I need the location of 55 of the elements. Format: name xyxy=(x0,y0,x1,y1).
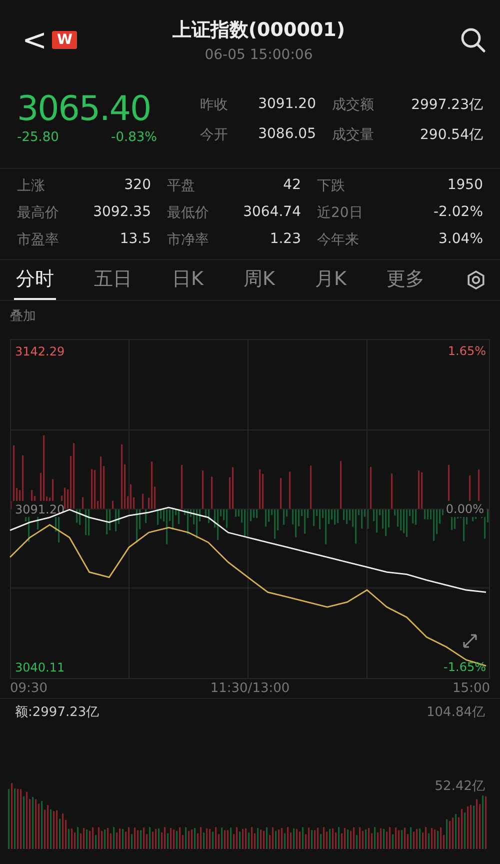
stat-label: 最低价 xyxy=(167,204,210,222)
stat-value: 42 xyxy=(282,177,302,195)
chart-tab[interactable]: 分时 xyxy=(14,260,56,300)
app-logo: W xyxy=(52,31,78,49)
back-button[interactable]: < xyxy=(22,22,52,58)
turnover-label: 额:2997.23亿 xyxy=(15,704,100,721)
stat-label: 下跌 xyxy=(317,177,346,195)
overlay-button[interactable]: 叠加 xyxy=(0,301,46,331)
stat-label: 上涨 xyxy=(17,177,46,195)
percent-change: -0.83% xyxy=(111,130,157,145)
stat-value: 3092.35 xyxy=(92,204,152,222)
axis-label: 15:00 xyxy=(452,681,490,696)
stat-value: 13.5 xyxy=(118,231,152,249)
stat-label: 市盈率 xyxy=(17,231,60,249)
axis-label: 3040.11 xyxy=(15,660,65,674)
index-title: 上证指数(000001) xyxy=(172,18,346,43)
stat-value: 3091.20 xyxy=(257,96,317,114)
stat-value: 320 xyxy=(123,177,152,195)
stat-value: 2997.23亿 xyxy=(410,96,483,114)
stat-label: 最高价 xyxy=(17,204,60,222)
chart-tab[interactable]: 日K xyxy=(170,260,206,300)
price-change: -25.80 xyxy=(17,130,59,145)
stat-label: 市净率 xyxy=(167,231,210,249)
stat-label: 成交量 xyxy=(332,126,375,144)
axis-label: 52.42亿 xyxy=(434,778,485,795)
axis-label: 09:30 xyxy=(10,681,48,696)
chart-tab[interactable]: 月K xyxy=(312,260,348,300)
axis-label: 1.65% xyxy=(448,343,486,359)
axis-label: -1.65% xyxy=(444,659,486,675)
axis-label: 3091.20 xyxy=(15,502,65,516)
current-price: 3065.40 xyxy=(17,90,152,128)
stat-value: 3064.74 xyxy=(242,204,302,222)
stat-label: 昨收 xyxy=(200,96,229,114)
stat-label: 今年来 xyxy=(317,231,360,249)
stat-label: 近20日 xyxy=(317,204,364,222)
axis-label: 0.00% xyxy=(444,501,486,517)
stat-value: 1950 xyxy=(446,177,483,195)
expand-icon[interactable] xyxy=(462,633,478,649)
quote-time: 06-05 15:00:06 xyxy=(204,47,313,63)
stat-value: 1.23 xyxy=(268,231,302,249)
settings-icon[interactable] xyxy=(466,270,486,290)
stat-value: 3086.05 xyxy=(257,126,317,144)
stat-label: 成交额 xyxy=(332,96,375,114)
stat-label: 平盘 xyxy=(167,177,196,195)
stat-label: 今开 xyxy=(200,126,229,144)
stat-value: 290.54亿 xyxy=(419,126,483,144)
chart-tab[interactable]: 更多 xyxy=(384,260,426,300)
axis-label: 104.84亿 xyxy=(426,704,485,721)
search-icon[interactable] xyxy=(460,27,486,53)
stat-value: 3.04% xyxy=(438,231,483,249)
chart-tab[interactable]: 周K xyxy=(241,260,277,300)
stat-value: -2.02% xyxy=(432,204,483,222)
chart-tab[interactable]: 五日 xyxy=(92,260,134,300)
axis-label: 3142.29 xyxy=(15,344,65,358)
axis-label: 11:30/13:00 xyxy=(210,681,290,696)
